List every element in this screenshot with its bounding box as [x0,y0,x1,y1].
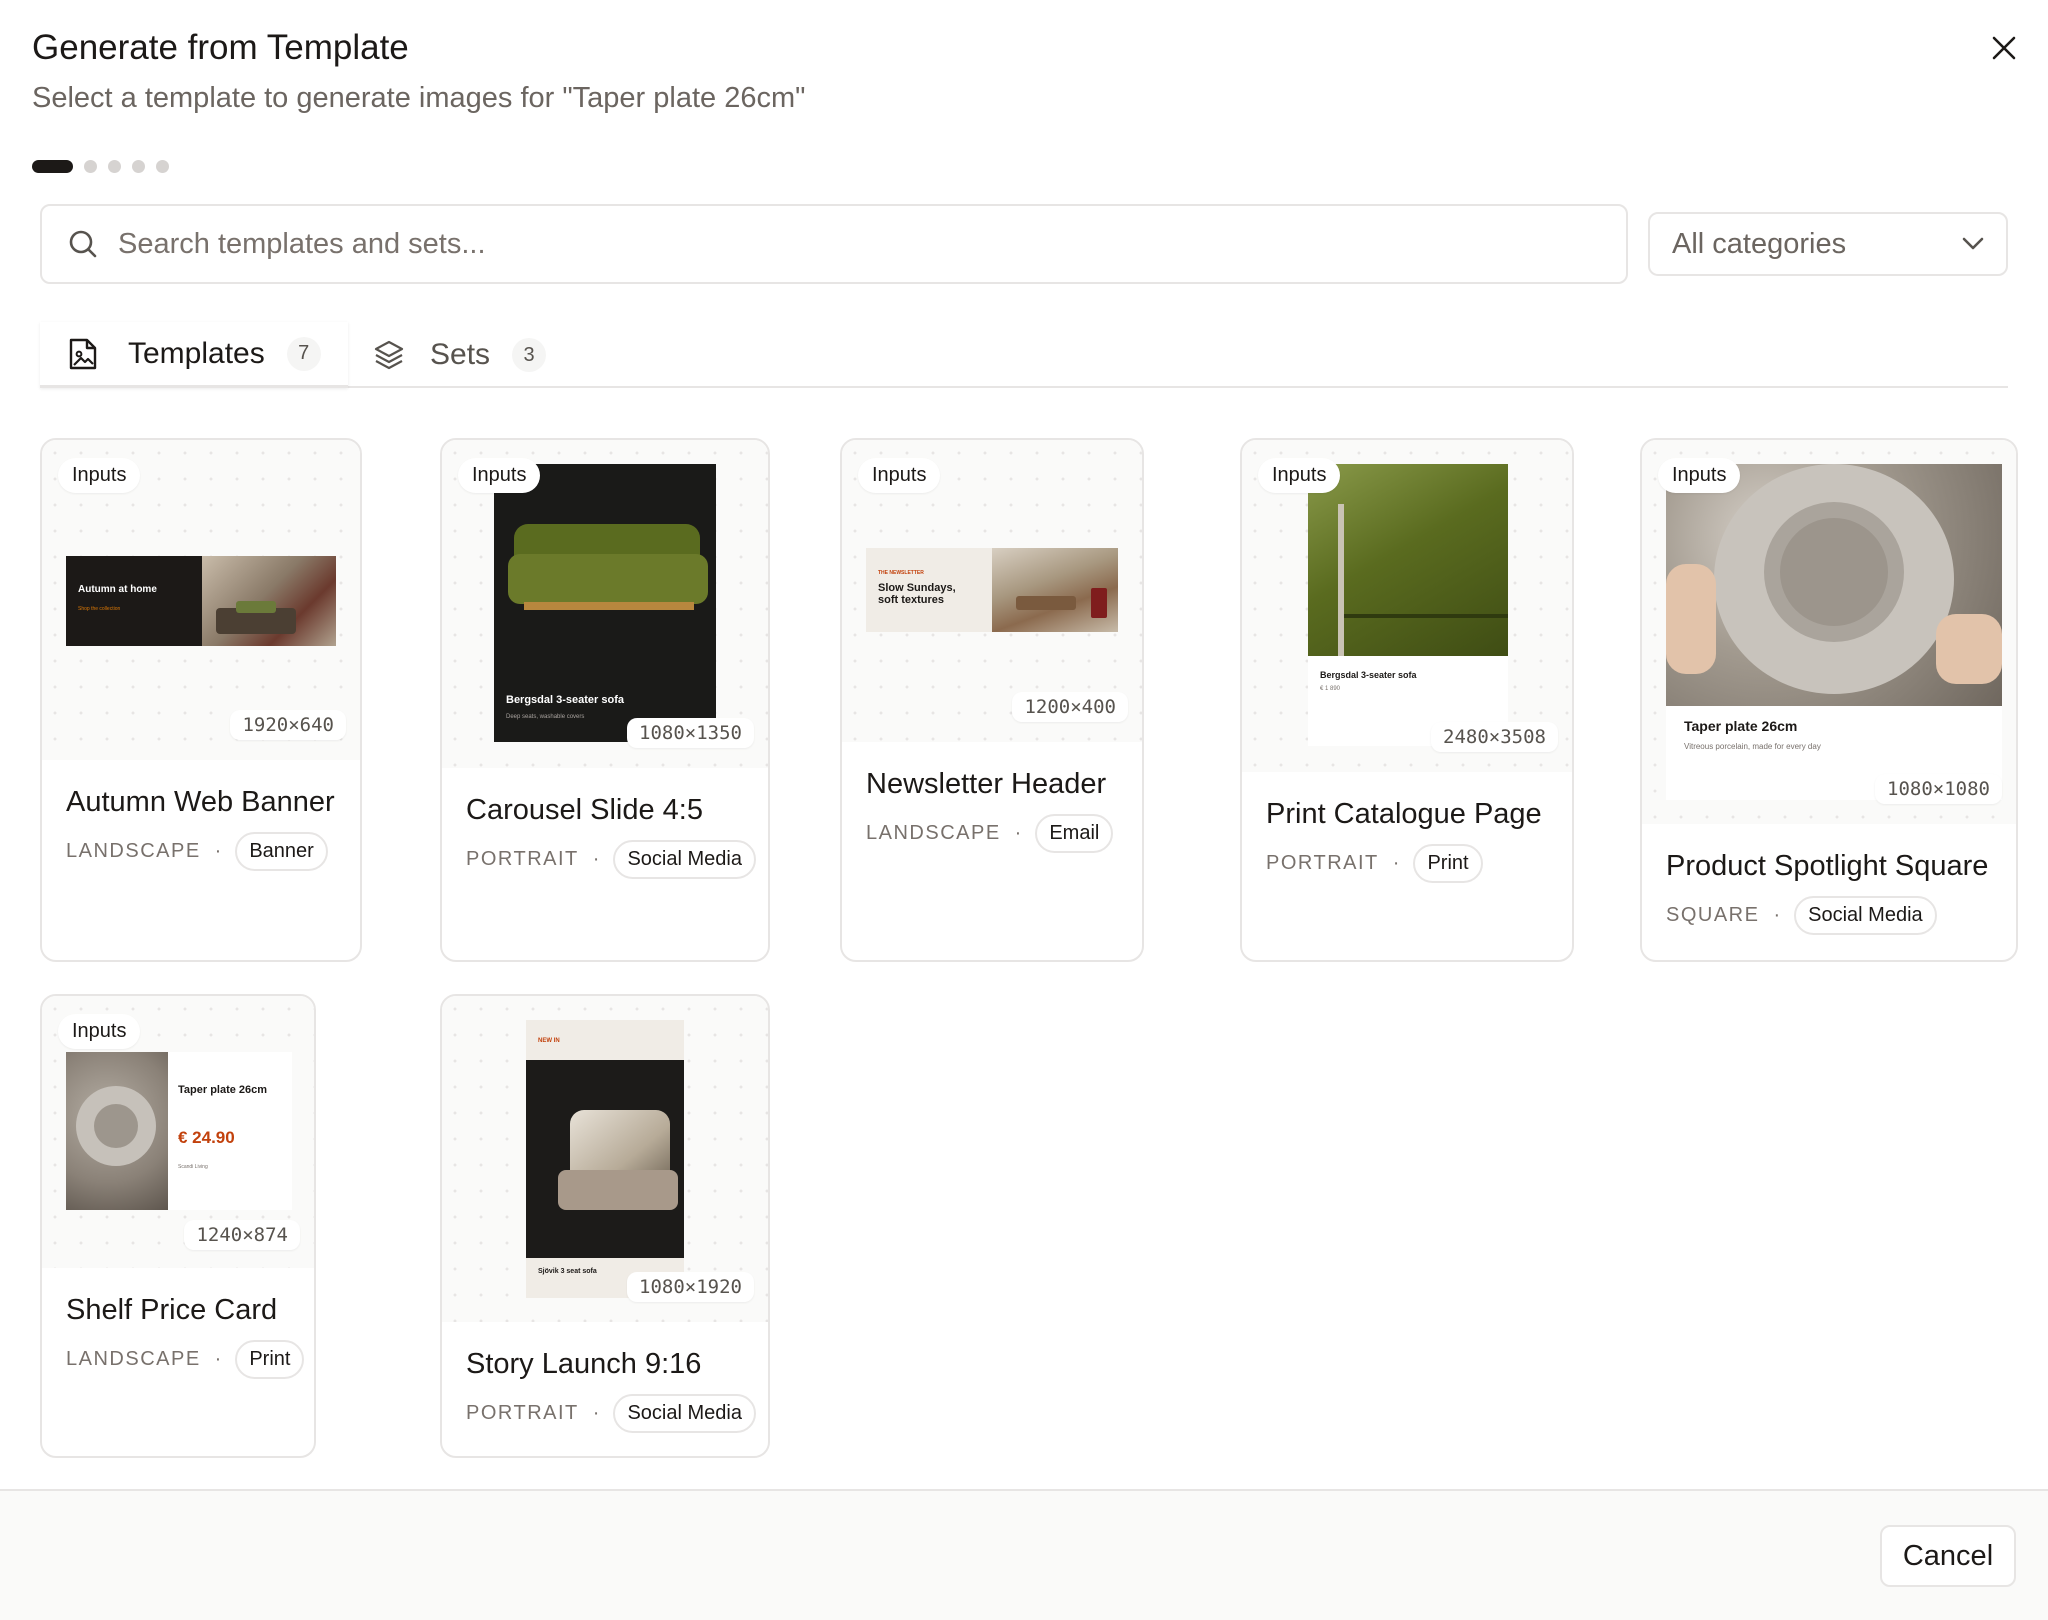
orientation-label: LANDSCAPE [66,840,201,862]
dialog-title: Generate from Template [32,28,409,67]
template-meta: LANDSCAPE · Print [66,1340,305,1379]
template-card-newsletter-header[interactable]: THE NEWSLETTER Slow Sundays, soft textur… [840,438,1144,962]
template-meta: PORTRAIT · Social Media [466,1394,756,1433]
layers-icon [372,338,406,372]
dimensions-label: 1080×1920 [627,1272,754,1302]
search-input[interactable] [118,227,1598,261]
dimensions-label: 2480×3508 [1431,722,1558,752]
dimensions-label: 1080×1080 [1875,774,2002,804]
inputs-badge: Inputs [858,458,941,493]
template-file-icon [66,337,100,371]
template-title: Shelf Price Card [66,1294,278,1326]
template-card-autumn-web-banner[interactable]: Autumn at home Shop the collection Input… [40,438,362,962]
thumb-headline: Slow Sundays, soft textures [878,582,956,606]
template-title: Newsletter Header [866,768,1107,800]
close-button[interactable] [1984,28,2024,68]
template-thumbnail: Bergsdal 3-seater sofa € 1 890 [1308,464,1508,746]
category-chip: Social Media [613,840,756,879]
tab-bar: Templates 7 Sets 3 [40,322,2008,388]
template-thumbnail: NEW IN Sjövik 3 seat sofa [526,1020,684,1298]
step-dot-3 [108,160,121,173]
inputs-badge: Inputs [1658,458,1741,493]
thumb-sub: Vitreous porcelain, made for every day [1684,742,1821,751]
inputs-badge: Inputs [58,1014,141,1049]
template-title: Product Spotlight Square [1666,850,1989,882]
step-dot-5 [156,160,169,173]
template-meta: LANDSCAPE · Banner [66,832,328,871]
dimensions-label: 1200×400 [1012,692,1128,722]
template-card-print-catalogue[interactable]: Bergsdal 3-seater sofa € 1 890 Inputs 24… [1240,438,1574,962]
orientation-label: PORTRAIT [1266,852,1379,874]
dialog-subtitle: Select a template to generate images for… [32,82,806,114]
cancel-button[interactable]: Cancel [1880,1525,2016,1587]
thumb-price: € 24.90 [178,1128,235,1147]
category-select-value: All categories [1672,227,1847,260]
thumb-kicker: THE NEWSLETTER [878,570,924,576]
template-thumbnail: Taper plate 26cm Vitreous porcelain, mad… [1666,464,2002,800]
step-dot-4 [132,160,145,173]
template-thumbnail: Autumn at home Shop the collection [66,556,336,646]
search-box [40,204,1628,284]
category-chip: Print [235,1340,305,1379]
template-title: Autumn Web Banner [66,786,335,818]
orientation-label: PORTRAIT [466,1402,579,1424]
step-dot-1 [32,160,73,173]
close-icon [1992,36,2016,60]
thumb-headline: Sjövik 3 seat sofa [538,1268,597,1275]
template-card-story-launch[interactable]: NEW IN Sjövik 3 seat sofa 1080×1920 Stor… [440,994,770,1458]
thumb-headline: Taper plate 26cm [1684,718,1798,734]
template-meta: PORTRAIT · Print [1266,844,1483,883]
dimensions-label: 1240×874 [184,1220,300,1250]
category-chip: Print [1413,844,1483,883]
category-chip: Banner [235,832,328,871]
thumb-headline: Bergsdal 3-seater sofa [506,694,624,706]
template-preview: Taper plate 26cm Vitreous porcelain, mad… [1642,440,2016,824]
thumb-sub: Deep seats, washable covers [506,714,585,720]
template-thumbnail: Bergsdal 3-seater sofa Deep seats, washa… [494,464,716,742]
chevron-down-icon [1962,237,1984,250]
template-meta: SQUARE · Social Media [1666,896,1937,935]
orientation-label: SQUARE [1666,904,1760,926]
template-meta: LANDSCAPE · Email [866,814,1114,853]
tab-templates-count: 7 [286,336,321,371]
tab-sets[interactable]: Sets 3 [372,322,612,388]
inputs-badge: Inputs [58,458,141,493]
orientation-label: LANDSCAPE [866,822,1001,844]
template-card-product-spotlight[interactable]: Taper plate 26cm Vitreous porcelain, mad… [1640,438,2018,962]
template-card-shelf-price-card[interactable]: Taper plate 26cm € 24.90 Scandi Living I… [40,994,316,1458]
search-icon [66,227,100,261]
category-chip: Email [1035,814,1114,853]
step-dot-2 [84,160,97,173]
inputs-badge: Inputs [458,458,541,493]
orientation-label: LANDSCAPE [66,1348,201,1370]
inputs-badge: Inputs [1258,458,1341,493]
thumb-kicker: NEW IN [538,1038,560,1044]
template-title: Carousel Slide 4:5 [466,794,703,826]
step-indicator [32,160,169,173]
category-chip: Social Media [1794,896,1937,935]
thumb-cta: Shop the collection [78,606,121,612]
dimensions-label: 1920×640 [230,710,346,740]
template-thumbnail: Taper plate 26cm € 24.90 Scandi Living [66,1052,292,1210]
orientation-label: PORTRAIT [466,848,579,870]
category-select[interactable]: All categories [1648,212,2008,276]
tab-sets-label: Sets [430,338,491,371]
tab-sets-count: 3 [512,338,547,372]
tab-templates-label: Templates [128,336,265,370]
template-card-carousel-slide[interactable]: Bergsdal 3-seater sofa Deep seats, washa… [440,438,770,962]
template-meta: PORTRAIT · Social Media [466,840,756,879]
template-thumbnail: THE NEWSLETTER Slow Sundays, soft textur… [866,548,1118,632]
thumb-headline: Taper plate 26cm [178,1084,268,1096]
template-title: Print Catalogue Page [1266,798,1542,830]
category-chip: Social Media [613,1394,756,1433]
thumb-headline: Autumn at home [78,584,157,595]
thumb-price: € 1 890 [1320,686,1341,692]
thumb-headline: Bergsdal 3-seater sofa [1320,670,1417,680]
thumb-brand: Scandi Living [178,1164,208,1170]
generate-template-dialog: Generate from Template Select a template… [0,0,2048,1620]
tab-templates[interactable]: Templates 7 [40,322,348,388]
template-title: Story Launch 9:16 [466,1348,702,1380]
dimensions-label: 1080×1350 [627,718,754,748]
dialog-footer [0,1489,2048,1620]
